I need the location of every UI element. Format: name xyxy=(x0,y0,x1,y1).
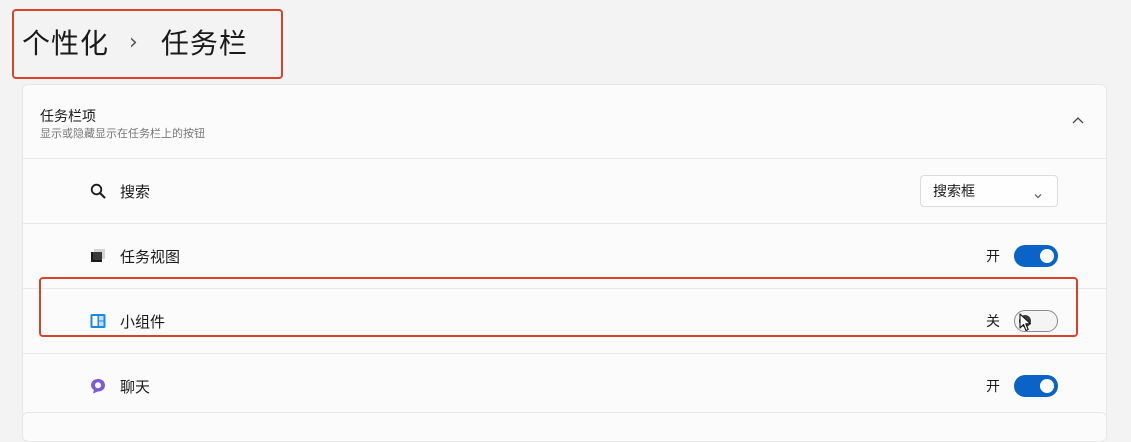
search-mode-dropdown[interactable]: 搜索框 xyxy=(920,175,1058,207)
chevron-down-icon xyxy=(1033,186,1043,199)
setting-label-widgets: 小组件 xyxy=(120,312,166,331)
task-view-icon xyxy=(89,247,107,265)
taskbar-items-header[interactable]: 任务栏项 显示或隐藏显示在任务栏上的按钮 xyxy=(23,85,1106,159)
setting-label-search: 搜索 xyxy=(120,182,151,201)
chevron-up-icon[interactable] xyxy=(1070,112,1086,128)
setting-row-task-view: 任务视图 开 xyxy=(23,224,1106,289)
setting-row-widgets: 小组件 关 xyxy=(23,289,1106,354)
setting-row-chat: 聊天 开 xyxy=(23,354,1106,418)
widgets-icon xyxy=(89,312,107,330)
chat-toggle[interactable] xyxy=(1014,375,1058,397)
setting-row-search: 搜索 搜索框 xyxy=(23,159,1106,224)
setting-label-task-view: 任务视图 xyxy=(120,247,181,266)
setting-label-chat: 聊天 xyxy=(120,377,151,396)
section-title: 任务栏项 xyxy=(40,109,96,125)
section-subtitle: 显示或隐藏显示在任务栏上的按钮 xyxy=(40,127,205,140)
toggle-state-label: 开 xyxy=(986,379,1000,395)
taskbar-items-panel: 任务栏项 显示或隐藏显示在任务栏上的按钮 搜索 搜索框 任务视图 开 小组件 关… xyxy=(22,84,1107,419)
toggle-knob xyxy=(1040,379,1054,393)
breadcrumb-parent[interactable]: 个性化 xyxy=(22,22,109,62)
dropdown-selected-value: 搜索框 xyxy=(933,184,975,200)
chat-icon xyxy=(89,377,107,395)
breadcrumb-separator-icon: › xyxy=(129,29,139,55)
next-section-panel[interactable] xyxy=(22,412,1107,442)
toggle-knob xyxy=(1040,249,1054,263)
search-icon xyxy=(89,182,107,200)
page-title: 任务栏 xyxy=(160,27,248,60)
toggle-state-label: 关 xyxy=(986,314,1000,330)
task-view-toggle[interactable] xyxy=(1014,245,1058,267)
mouse-cursor-icon xyxy=(1019,313,1033,333)
breadcrumb: 个性化 › 任务栏 xyxy=(22,22,248,62)
toggle-state-label: 开 xyxy=(986,249,1000,265)
